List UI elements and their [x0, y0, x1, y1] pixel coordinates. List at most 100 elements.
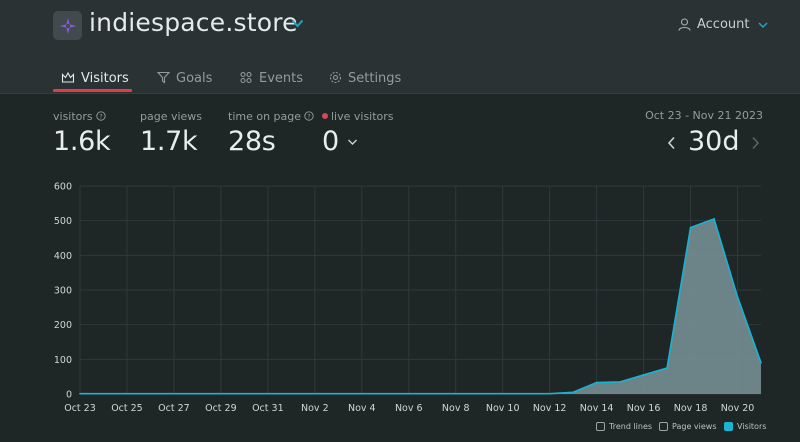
- y-tick-label: 400: [54, 251, 72, 262]
- legend-page-views-label: Page views: [672, 422, 717, 431]
- stat-page-views-label: page views: [140, 109, 203, 123]
- visitors-point: [290, 392, 293, 395]
- stat-page-views[interactable]: page views 1.7k: [140, 109, 203, 158]
- chevron-down-icon: [757, 21, 768, 28]
- account-label: Account: [697, 17, 750, 32]
- visitors-point: [220, 392, 222, 395]
- visitors-chart: 0 100 200 300 400 500 600 Oct 23 Oct 25 Oct 27 Oct…: [54, 182, 762, 414]
- legend-page-views[interactable]: Page views: [659, 422, 717, 431]
- legend-trend-lines-checkbox[interactable]: [596, 422, 605, 431]
- stat-page-views-value: 1.7k: [140, 126, 198, 157]
- visitors-point: [454, 392, 457, 395]
- legend-trend-lines[interactable]: Trend lines: [596, 422, 652, 431]
- y-tick-label: 0: [66, 390, 72, 401]
- visitors-point: [642, 374, 645, 376]
- visitors-point: [666, 367, 668, 369]
- visitors-point: [360, 392, 363, 395]
- visitors-point: [149, 392, 152, 395]
- visitors-point: [173, 392, 175, 395]
- visitors-point: [478, 392, 481, 395]
- visitors-point: [501, 392, 504, 395]
- x-tick-label: Oct 27: [158, 403, 190, 414]
- visitors-point: [79, 392, 81, 395]
- visitors-point: [102, 392, 105, 395]
- visitors-point: [760, 362, 762, 364]
- tab-settings[interactable]: Settings: [329, 64, 401, 94]
- tab-events-label: Events: [259, 71, 304, 86]
- legend-visitors-label: Visitors: [737, 422, 767, 431]
- x-tick-label: Nov 16: [627, 403, 661, 414]
- info-icon[interactable]: ?: [96, 111, 106, 121]
- visitors-point: [337, 392, 340, 395]
- visitors-point: [267, 392, 269, 395]
- site-logo-icon[interactable]: [53, 11, 82, 40]
- live-indicator-dot: [322, 113, 328, 119]
- tab-goals[interactable]: Goals: [157, 64, 212, 94]
- svg-text:?: ?: [99, 112, 102, 120]
- stat-time-on-page-value: 28s: [228, 126, 276, 157]
- legend-page-views-checkbox[interactable]: [659, 422, 668, 431]
- legend-visitors-checkbox[interactable]: [724, 422, 733, 431]
- events-icon: [240, 71, 252, 84]
- visitors-line: [80, 217, 762, 395]
- tab-events[interactable]: Events: [239, 64, 303, 94]
- y-tick-label: 500: [54, 216, 72, 227]
- stat-live-visitors-label: live visitors: [331, 109, 394, 123]
- account-menu[interactable]: Account: [678, 17, 768, 32]
- legend-trend-lines-label: Trend lines: [609, 422, 653, 431]
- visitors-point: [525, 392, 527, 395]
- visitors-point: [384, 392, 387, 395]
- x-tick-label: Nov 4: [348, 403, 376, 414]
- stat-time-on-page[interactable]: time on page ? 28s: [228, 109, 314, 157]
- visitors-point: [572, 391, 574, 394]
- stat-live-visitors-value: 0: [322, 126, 339, 157]
- x-tick-label: Nov 14: [580, 403, 614, 414]
- site-switcher-chevron-icon[interactable]: [291, 19, 304, 28]
- visitors-point: [431, 392, 434, 395]
- site-title[interactable]: indiespace.store: [89, 8, 298, 37]
- visitors-point: [196, 392, 199, 395]
- visitors-point: [407, 392, 410, 395]
- gear-icon: [329, 71, 342, 84]
- svg-text:?: ?: [307, 112, 310, 120]
- user-icon: [678, 18, 691, 31]
- y-tick-label: 100: [54, 355, 72, 366]
- info-icon[interactable]: ?: [304, 111, 314, 121]
- x-tick-label: Nov 8: [442, 403, 470, 414]
- y-tick-label: 200: [54, 320, 72, 331]
- legend-visitors[interactable]: Visitors: [724, 422, 766, 431]
- next-period-chevron-icon[interactable]: [751, 136, 760, 150]
- x-tick-label: Nov 6: [395, 403, 423, 414]
- stat-visitors-value: 1.6k: [53, 126, 111, 157]
- visitors-point: [689, 226, 692, 229]
- x-tick-label: Oct 29: [205, 403, 237, 414]
- visitors-point: [548, 392, 551, 395]
- visitors-point: [243, 392, 246, 395]
- stat-visitors[interactable]: visitors ? 1.6k: [53, 109, 111, 158]
- y-tick-label: 600: [54, 182, 72, 193]
- x-tick-label: Nov 10: [486, 403, 520, 414]
- x-tick-label: Nov 20: [721, 403, 755, 414]
- visitors-point: [713, 218, 715, 220]
- visitors-point: [736, 296, 739, 298]
- date-range-label: Oct 23 - Nov 21 2023: [645, 109, 763, 122]
- visitors-point: [595, 381, 598, 384]
- x-tick-label: Nov 2: [301, 403, 329, 414]
- stat-visitors-label: visitors: [53, 109, 93, 123]
- stat-time-on-page-label: time on page: [228, 109, 302, 123]
- x-tick-label: Nov 18: [674, 403, 708, 414]
- previous-period-chevron-icon[interactable]: [667, 136, 676, 150]
- funnel-icon: [157, 71, 170, 84]
- x-tick-label: Nov 12: [533, 403, 567, 414]
- x-tick-label: Oct 31: [252, 403, 284, 414]
- visitors-area: [80, 218, 761, 394]
- visitors-point: [619, 381, 621, 383]
- visitors-point: [314, 392, 316, 395]
- chevron-down-icon[interactable]: [347, 138, 358, 146]
- date-range-value[interactable]: 30d: [688, 126, 740, 157]
- visitors-point: [126, 392, 128, 395]
- stat-live-visitors[interactable]: live visitors 0: [322, 109, 394, 157]
- x-tick-label: Oct 23: [64, 403, 96, 414]
- tab-goals-label: Goals: [176, 71, 213, 86]
- tab-settings-label: Settings: [348, 71, 402, 86]
